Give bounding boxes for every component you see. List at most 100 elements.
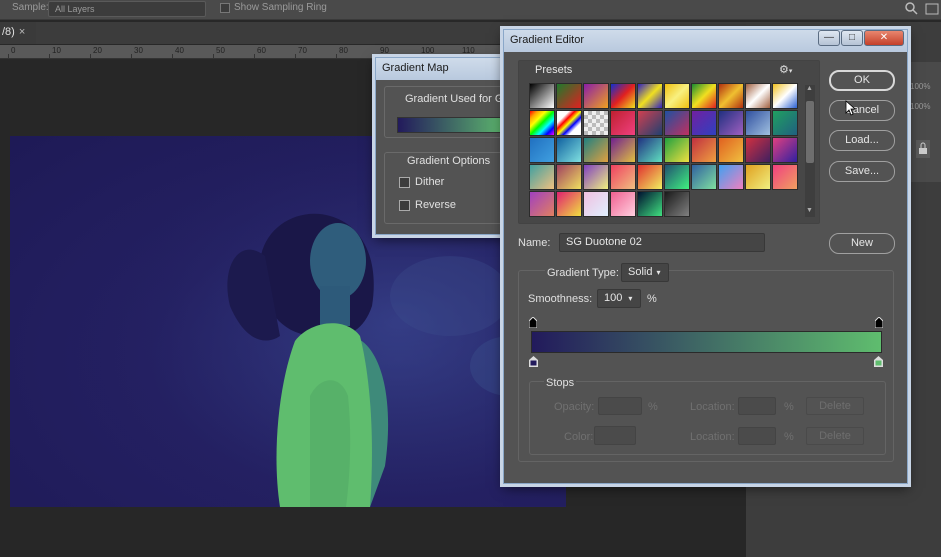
presets-panel: Presets ⚙▾ ▲ ▼: [518, 60, 820, 224]
preset-swatch[interactable]: [556, 164, 582, 190]
preset-swatch[interactable]: [610, 110, 636, 136]
preset-swatch[interactable]: [529, 164, 555, 190]
preset-swatch[interactable]: [772, 110, 798, 136]
preset-swatch[interactable]: [556, 191, 582, 217]
scroll-down-icon[interactable]: ▼: [806, 207, 813, 214]
search-icon[interactable]: [904, 1, 918, 15]
preset-swatch[interactable]: [745, 164, 771, 190]
preset-swatch[interactable]: [529, 137, 555, 163]
ruler-tick-label: 0: [11, 46, 16, 55]
preset-swatch[interactable]: [691, 110, 717, 136]
close-button[interactable]: ✕: [864, 30, 904, 46]
cancel-button[interactable]: Cancel: [829, 100, 895, 121]
preset-swatch[interactable]: [637, 164, 663, 190]
preset-swatch[interactable]: [718, 110, 744, 136]
scroll-thumb[interactable]: [806, 101, 814, 163]
options-bar: Sample: All Layers Show Sampling Ring: [0, 0, 941, 20]
presets-label: Presets: [535, 64, 573, 76]
gradient-editor-title: Gradient Editor: [510, 34, 584, 46]
gear-icon[interactable]: ⚙▾: [779, 63, 793, 77]
preset-swatch[interactable]: [718, 83, 744, 109]
preset-swatch[interactable]: [664, 191, 690, 217]
lock-icon[interactable]: [916, 140, 930, 158]
preset-swatch[interactable]: [556, 83, 582, 109]
dither-checkbox[interactable]: [399, 177, 410, 188]
preset-swatch[interactable]: [583, 191, 609, 217]
color-stop-right[interactable]: [874, 356, 883, 367]
stops-label: Stops: [544, 377, 577, 389]
gradient-settings-group: Gradient Type: Solid ▾ Smoothness: 100 ▾ %…: [518, 263, 894, 462]
opacity-location-input: [738, 397, 776, 415]
preset-swatch[interactable]: [637, 191, 663, 217]
close-icon[interactable]: ×: [19, 26, 25, 38]
preset-swatch[interactable]: [610, 164, 636, 190]
ok-button[interactable]: OK: [829, 70, 895, 91]
preset-swatch[interactable]: [664, 110, 690, 136]
preset-swatch[interactable]: [745, 137, 771, 163]
maximize-button[interactable]: □: [841, 30, 863, 46]
delete-opacity-stop-button: Delete: [806, 397, 864, 415]
preset-swatch[interactable]: [772, 164, 798, 190]
preset-swatch[interactable]: [772, 83, 798, 109]
workspace-icon[interactable]: [925, 2, 939, 16]
document-tab[interactable]: /8) ×: [0, 22, 36, 44]
preset-swatch[interactable]: [691, 83, 717, 109]
preset-swatch[interactable]: [745, 83, 771, 109]
sampling-ring-label: Show Sampling Ring: [234, 2, 327, 13]
preset-swatch[interactable]: [583, 83, 609, 109]
mouse-cursor-icon: [845, 100, 857, 116]
color-stop-left[interactable]: [529, 356, 538, 367]
preset-swatch[interactable]: [718, 137, 744, 163]
gradient-map-preview[interactable]: [397, 117, 509, 133]
preset-swatch[interactable]: [556, 110, 582, 136]
save-button[interactable]: Save...: [829, 161, 895, 182]
reverse-checkbox[interactable]: [399, 200, 410, 211]
preset-swatch[interactable]: [745, 110, 771, 136]
preset-swatch[interactable]: [583, 137, 609, 163]
smoothness-input[interactable]: 100 ▾: [597, 289, 641, 308]
preset-swatch[interactable]: [664, 137, 690, 163]
preset-swatch[interactable]: [529, 191, 555, 217]
gradient-map-title: Gradient Map: [376, 58, 514, 80]
load-button[interactable]: Load...: [829, 130, 895, 151]
presets-scrollbar[interactable]: ▲ ▼: [805, 85, 815, 217]
opacity-label: Opacity:: [554, 401, 595, 413]
preset-swatch[interactable]: [610, 137, 636, 163]
preset-swatch[interactable]: [529, 110, 555, 136]
ruler-tick-label: 50: [216, 46, 225, 55]
fill-value: 100%: [910, 102, 931, 111]
preset-swatch[interactable]: [583, 110, 609, 136]
preset-swatch[interactable]: [691, 137, 717, 163]
gradient-type-select[interactable]: Solid ▾: [621, 263, 669, 282]
opacity-stop-right[interactable]: [874, 316, 884, 329]
sample-select[interactable]: All Layers: [48, 1, 206, 17]
gradient-type-label: Gradient Type:: [545, 267, 621, 279]
preset-swatch[interactable]: [691, 164, 717, 190]
ruler-tick-label: 110: [462, 46, 475, 55]
preset-swatch[interactable]: [637, 83, 663, 109]
preset-swatch[interactable]: [664, 164, 690, 190]
gradient-type-value: Solid: [628, 266, 653, 278]
name-input[interactable]: SG Duotone 02: [559, 233, 765, 252]
preset-swatch[interactable]: [556, 137, 582, 163]
preset-swatch[interactable]: [718, 164, 744, 190]
sampling-ring-checkbox[interactable]: [220, 3, 230, 13]
preset-swatch[interactable]: [664, 83, 690, 109]
ruler-tick-label: 80: [339, 46, 348, 55]
preset-swatch[interactable]: [637, 110, 663, 136]
scroll-up-icon[interactable]: ▲: [806, 85, 813, 92]
preset-swatch[interactable]: [637, 137, 663, 163]
preset-swatch[interactable]: [772, 137, 798, 163]
preset-swatch[interactable]: [610, 191, 636, 217]
gradient-bar[interactable]: [531, 331, 882, 353]
stops-group: Stops Opacity: % Location: % Delete Colo…: [529, 377, 886, 455]
preset-swatch[interactable]: [610, 83, 636, 109]
chevron-down-icon: ▾: [656, 268, 661, 277]
preset-swatch[interactable]: [529, 83, 555, 109]
ruler-tick: [254, 54, 255, 59]
preset-swatch[interactable]: [583, 164, 609, 190]
ruler-tick: [172, 54, 173, 59]
opacity-stop-left[interactable]: [528, 316, 538, 329]
new-button[interactable]: New: [829, 233, 895, 254]
minimize-button[interactable]: —: [818, 30, 840, 46]
